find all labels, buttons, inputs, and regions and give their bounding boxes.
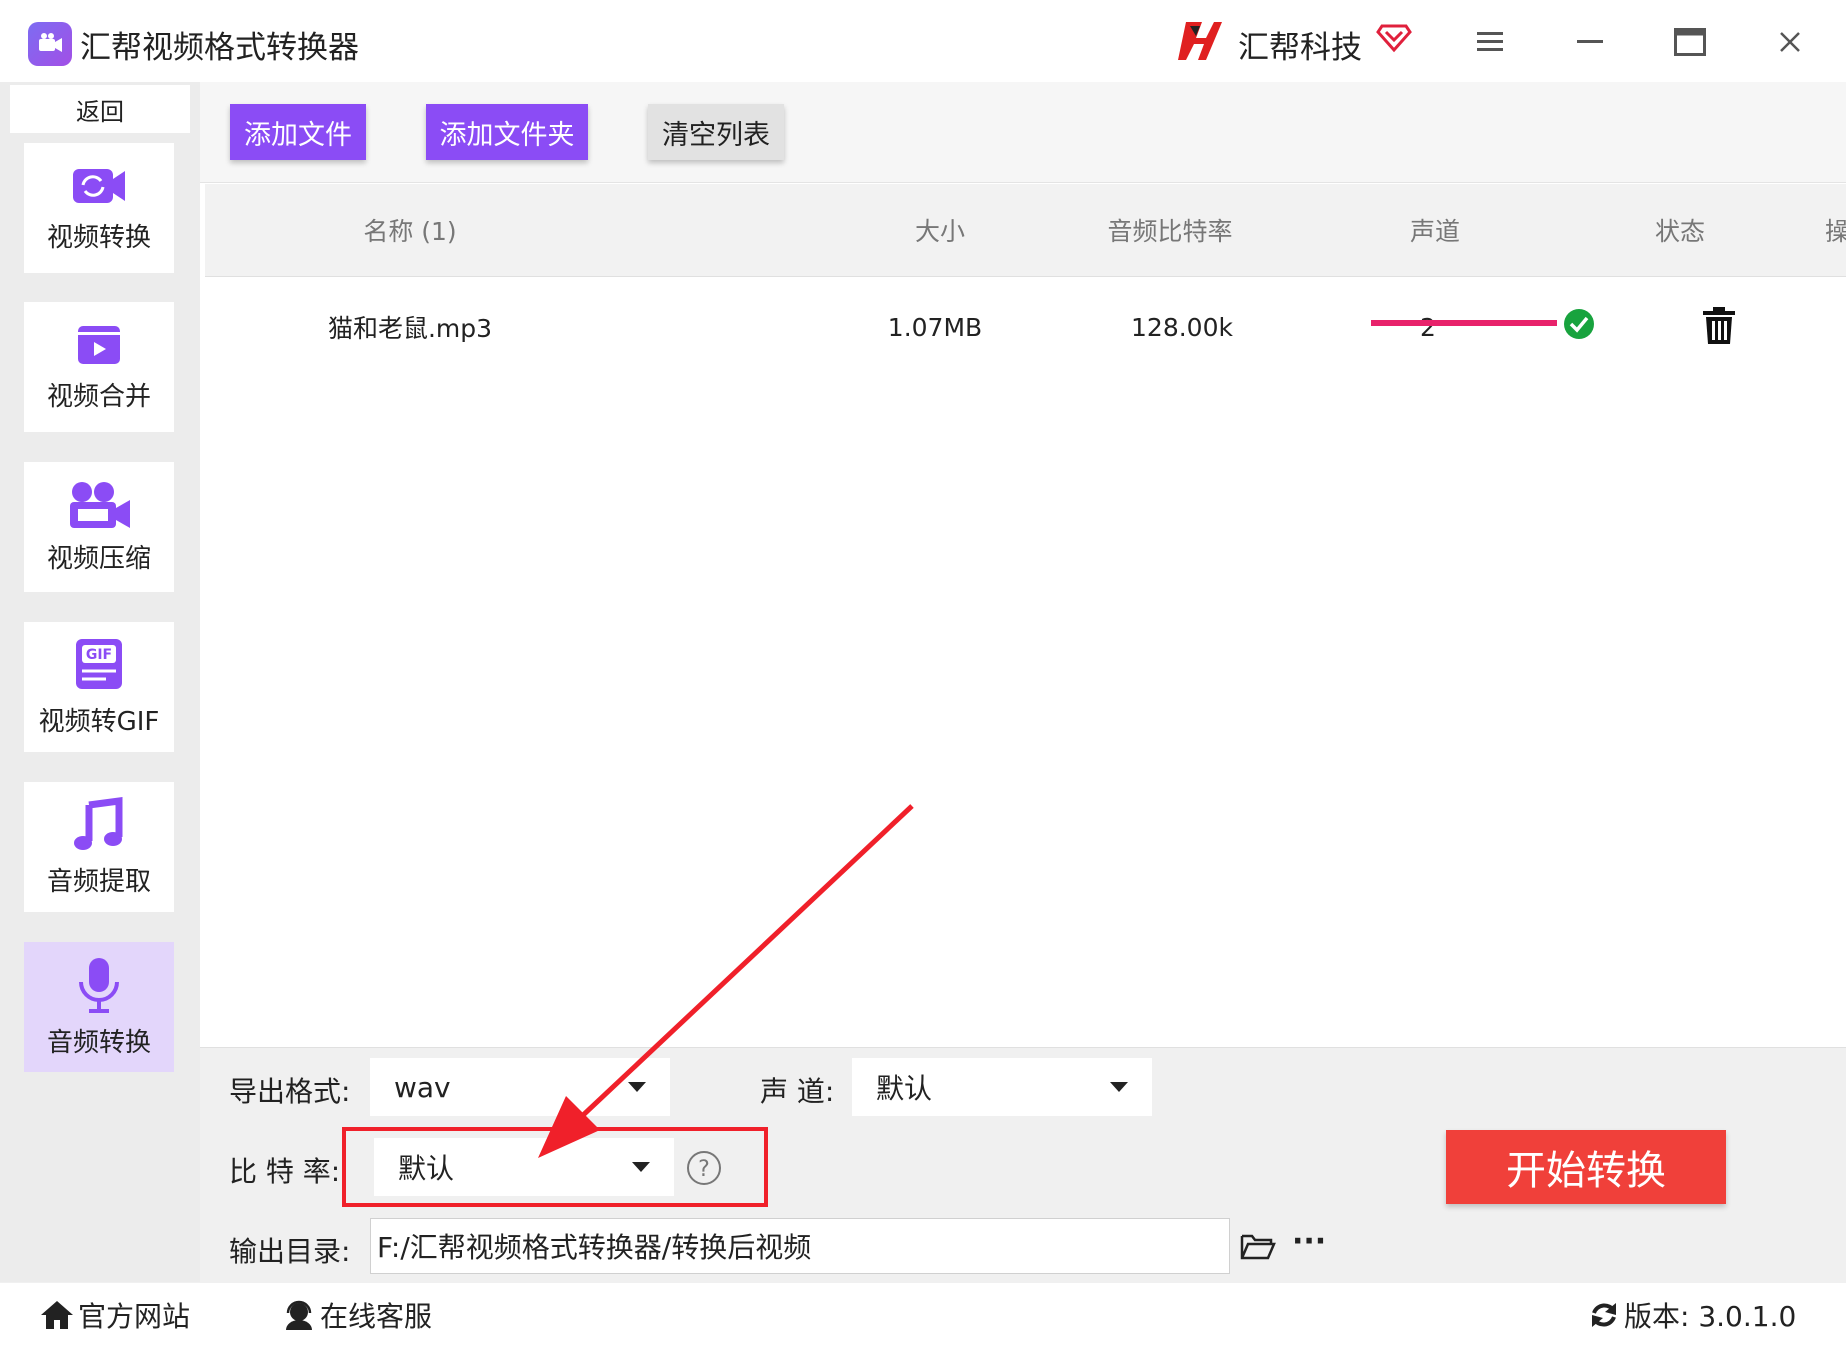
file-bitrate: 128.00k <box>1131 312 1233 342</box>
sidebar-item-audio-extract[interactable]: 音频提取 <box>24 782 174 912</box>
column-header-channels[interactable]: 声道 <box>1320 184 1550 276</box>
title-bar: 汇帮视频格式转换器 汇帮科技 <box>0 0 1846 83</box>
toolbar: 添加文件 添加文件夹 清空列表 <box>200 82 1846 183</box>
video-compress-icon <box>70 481 130 528</box>
table-row[interactable]: 猫和老鼠.mp3 1.07MB 128.00k 2 <box>205 280 1846 374</box>
format-label: 导出格式: <box>229 1075 351 1108</box>
minimize-icon[interactable] <box>1566 20 1614 64</box>
microphone-icon <box>79 957 119 1013</box>
trash-icon[interactable] <box>1701 306 1737 346</box>
footer: 官方网站 在线客服 版本: 3.0.1.0 <box>0 1283 1846 1352</box>
app-title: 汇帮视频格式转换器 <box>80 30 359 66</box>
add-folder-button[interactable]: 添加文件夹 <box>426 104 588 160</box>
sidebar-item-label: 视频合并 <box>46 381 151 412</box>
refresh-icon <box>1592 1303 1616 1327</box>
output-dir-label: 输出目录: <box>229 1235 351 1268</box>
file-size: 1.07MB <box>887 312 983 342</box>
chevron-down-icon <box>628 1082 646 1092</box>
sidebar-item-video-merge[interactable]: 视频合并 <box>24 302 174 432</box>
sidebar-item-label: 视频压缩 <box>46 543 151 574</box>
gif-icon: GIF <box>76 638 122 689</box>
back-button[interactable]: 返回 <box>10 85 190 133</box>
home-icon <box>41 1301 73 1329</box>
online-support-link[interactable]: 在线客服 <box>282 1295 432 1335</box>
sidebar-item-label: 视频转GIF <box>38 706 160 737</box>
sidebar-item-video-convert[interactable]: 视频转换 <box>24 143 174 273</box>
app-logo-icon <box>28 22 72 66</box>
video-merge-icon <box>78 325 120 364</box>
progress-fill <box>1371 320 1557 326</box>
channel-label: 声 道: <box>760 1075 835 1108</box>
channel-value: 默认 <box>876 1072 933 1105</box>
svg-text:GIF: GIF <box>86 647 112 663</box>
table-header: 名称 (1) 大小 音频比特率 声道 状态 操作 <box>205 184 1846 277</box>
output-path-input[interactable]: F:/汇帮视频格式转换器/转换后视频 <box>370 1218 1230 1274</box>
sidebar-item-label: 音频转换 <box>46 1027 151 1058</box>
vip-diamond-icon[interactable] <box>1376 18 1412 54</box>
more-options-button[interactable]: ··· <box>1292 1224 1326 1259</box>
brand-logo-icon <box>1178 22 1222 60</box>
sidebar-item-label: 音频提取 <box>46 866 151 897</box>
format-select[interactable]: wav <box>370 1058 670 1116</box>
version-info[interactable]: 版本: 3.0.1.0 <box>1588 1295 1796 1335</box>
check-circle-icon <box>1564 309 1594 339</box>
menu-icon[interactable] <box>1466 20 1514 64</box>
official-website-link[interactable]: 官方网站 <box>40 1295 190 1335</box>
sidebar-item-audio-convert[interactable]: 音频转换 <box>24 942 174 1072</box>
sidebar-item-video-gif[interactable]: GIF 视频转GIF <box>24 622 174 752</box>
brand-name: 汇帮科技 <box>1238 30 1362 66</box>
file-channels: 2 <box>1420 312 1436 342</box>
column-header-name[interactable]: 名称 (1) <box>265 184 555 276</box>
bitrate-label: 比 特 率: <box>229 1155 341 1188</box>
column-header-actions[interactable]: 操作 <box>1760 184 1846 276</box>
sidebar-item-video-compress[interactable]: 视频压缩 <box>24 462 174 592</box>
format-value: wav <box>394 1070 451 1104</box>
progress-bar <box>1371 320 1557 326</box>
sidebar-item-label: 视频转换 <box>46 222 151 253</box>
folder-open-icon[interactable] <box>1240 1230 1276 1262</box>
column-header-size[interactable]: 大小 <box>825 184 1055 276</box>
close-icon[interactable] <box>1766 20 1814 64</box>
clear-list-button[interactable]: 清空列表 <box>648 104 784 160</box>
channel-select[interactable]: 默认 <box>852 1058 1152 1116</box>
music-note-icon <box>74 796 123 850</box>
chevron-down-icon <box>1110 1082 1128 1092</box>
highlight-box <box>342 1127 768 1207</box>
customer-service-icon <box>286 1300 312 1330</box>
start-convert-button[interactable]: 开始转换 <box>1446 1130 1726 1204</box>
file-name: 猫和老鼠.mp3 <box>327 314 493 343</box>
column-header-bitrate[interactable]: 音频比特率 <box>1055 184 1285 276</box>
add-file-button[interactable]: 添加文件 <box>230 104 366 160</box>
maximize-icon[interactable] <box>1666 20 1714 64</box>
video-convert-icon <box>73 168 125 203</box>
